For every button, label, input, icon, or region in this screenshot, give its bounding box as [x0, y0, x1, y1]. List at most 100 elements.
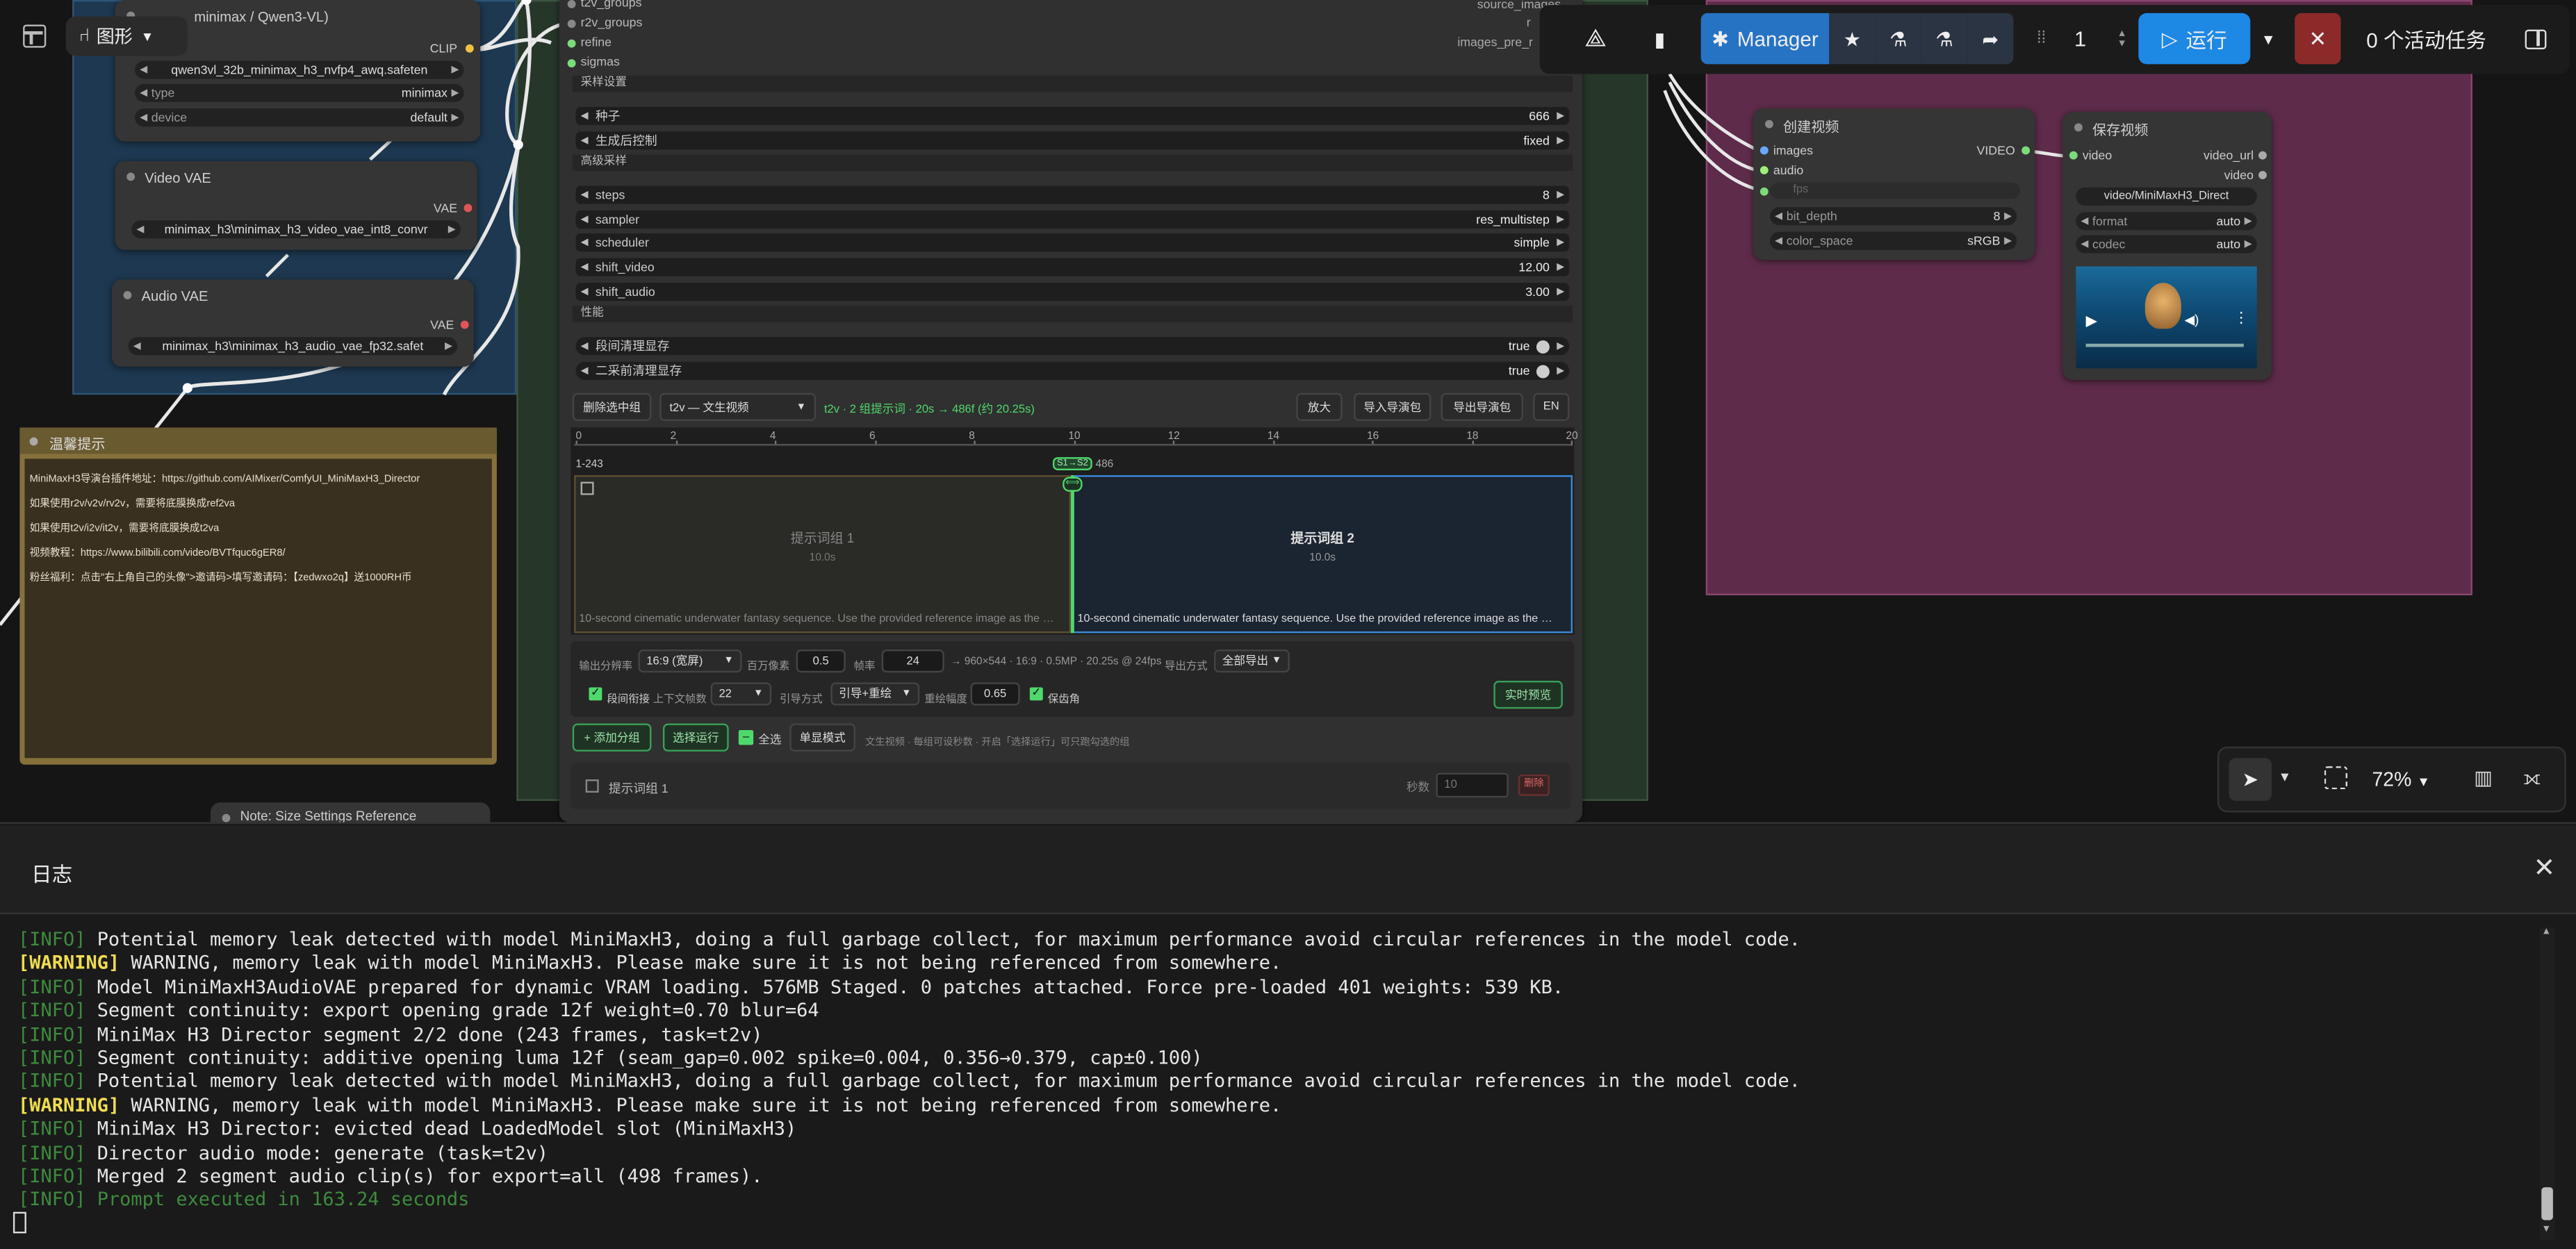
- group-card-1[interactable]: 提示词组 1 秒数 10 删除: [571, 763, 1571, 809]
- video-preview[interactable]: ▶ ◀) ⋮: [2076, 266, 2257, 369]
- manager-star-icon[interactable]: ★: [1829, 13, 1876, 65]
- control-after-widget[interactable]: 生成后控制fixed: [575, 131, 1570, 150]
- language-button[interactable]: EN: [1533, 392, 1570, 421]
- zoom-button[interactable]: 放大: [1296, 392, 1343, 421]
- video-output-dot[interactable]: [2021, 146, 2031, 155]
- director-input-dot[interactable]: [567, 19, 576, 28]
- clip-device-widget[interactable]: devicedefault: [135, 108, 464, 127]
- cancel-run-button[interactable]: ✕: [2295, 13, 2341, 65]
- color-space-widget[interactable]: color_spacesRGB: [1770, 231, 2017, 250]
- run-button[interactable]: ▷ 运行: [2138, 13, 2251, 65]
- segment-1[interactable]: 提示词组 1 10.0s 10-second cinematic underwa…: [574, 475, 1072, 634]
- manager-button[interactable]: ✱ Manager: [1700, 13, 1830, 65]
- video-vae-dot[interactable]: [463, 204, 473, 213]
- sidebar-toggle-icon[interactable]: [2513, 13, 2557, 64]
- log-scroll-up-icon[interactable]: ▲: [2541, 927, 2551, 937]
- fps-input-dot[interactable]: [1759, 187, 1769, 196]
- director-input-dot[interactable]: [567, 39, 576, 48]
- run-options-chevron-icon[interactable]: ▼: [2254, 13, 2283, 64]
- context-frames-select[interactable]: 22 ▼: [710, 682, 772, 706]
- audio-vae-node[interactable]: Audio VAE VAE minimax_h3\minimax_h3_audi…: [111, 279, 474, 367]
- view-mode-button[interactable]: ⑁ 图形 ▼: [65, 16, 188, 56]
- save-path-widget[interactable]: video/MiniMaxH3_Direct: [2076, 187, 2257, 206]
- active-tasks-button[interactable]: 0 个活动任务: [2354, 13, 2498, 64]
- logo-icon[interactable]: ⟁: [1569, 13, 1622, 64]
- playhead-handle[interactable]: ⟺: [1063, 477, 1083, 492]
- export-pack-button[interactable]: 导出导演包: [1441, 392, 1524, 421]
- video-url-output-dot[interactable]: [2258, 151, 2267, 160]
- play-icon[interactable]: ▶: [2086, 313, 2097, 331]
- preview-progress[interactable]: [2085, 343, 2244, 347]
- images-input-dot[interactable]: [1759, 146, 1769, 155]
- audio-vae-dot[interactable]: [460, 320, 469, 329]
- director-input-dot[interactable]: [567, 0, 576, 8]
- clip-output-dot[interactable]: [465, 44, 474, 53]
- save-video-input-dot[interactable]: [2069, 151, 2078, 160]
- live-preview-button[interactable]: 实时预览: [1493, 681, 1563, 709]
- save-video-node[interactable]: 保存视频 video video_url video video/MiniMax…: [2062, 111, 2272, 380]
- sampler-widget[interactable]: samplerres_multistep: [575, 210, 1570, 229]
- clean-vram-toggle-2[interactable]: 二采前清理显存true: [575, 361, 1570, 380]
- import-pack-button[interactable]: 导入导演包: [1354, 392, 1431, 421]
- overlap-input[interactable]: 0.65: [970, 682, 1020, 706]
- create-video-node[interactable]: 创建视频 images audio fps VIDEO bit_depth8 c…: [1753, 108, 2035, 260]
- steps-widget[interactable]: steps8: [575, 185, 1570, 204]
- clip-type-widget[interactable]: typeminimax: [135, 83, 464, 102]
- log-scrollbar[interactable]: ▲ ▼: [2539, 927, 2555, 1240]
- fps-input-widget[interactable]: fps: [1770, 182, 2020, 199]
- export-select[interactable]: 全部导出 ▼: [1213, 650, 1290, 673]
- segment-1-checkbox[interactable]: [580, 481, 594, 495]
- bit-depth-widget[interactable]: bit_depth8: [1770, 207, 2017, 226]
- audio-input-dot[interactable]: [1759, 166, 1769, 174]
- drag-handle-icon[interactable]: ⁞⁞: [2030, 13, 2053, 64]
- minimap-icon[interactable]: ▥: [2474, 766, 2493, 789]
- codec-widget[interactable]: codecauto: [2076, 235, 2257, 254]
- fps-input[interactable]: 24: [881, 650, 944, 673]
- add-group-button[interactable]: + 添加分组: [572, 723, 652, 752]
- format-widget[interactable]: formatauto: [2076, 212, 2257, 231]
- select-run-button[interactable]: 选择运行: [662, 723, 729, 752]
- mode-select[interactable]: t2v — 文生视频 ▼: [659, 392, 817, 421]
- select-tool-button[interactable]: ➤: [2229, 758, 2272, 801]
- more-icon[interactable]: ⋮: [2234, 309, 2249, 327]
- log-scroll-down-icon[interactable]: ▼: [2541, 1225, 2551, 1235]
- group-1-delete-button[interactable]: 删除: [1518, 774, 1550, 796]
- guide-mode-select[interactable]: 引导+重绘 ▼: [830, 682, 920, 706]
- keep-checkbox[interactable]: ✓: [1029, 687, 1043, 701]
- tips-collapse-dot[interactable]: [29, 437, 38, 446]
- shift-audio-widget[interactable]: shift_audio3.00: [575, 283, 1570, 301]
- zoom-level-button[interactable]: 72% ▼: [2372, 768, 2430, 791]
- single-mode-button[interactable]: 单显模式: [789, 723, 855, 752]
- delete-group-button[interactable]: 删除选中组: [572, 392, 652, 421]
- manager-model-icon[interactable]: ⚗: [1875, 13, 1921, 65]
- segment-marker[interactable]: S1→S2: [1052, 457, 1092, 471]
- tool-chevron-icon[interactable]: ▼: [2279, 770, 2292, 784]
- continuity-checkbox[interactable]: ✓: [589, 687, 602, 701]
- audio-vae-file-widget[interactable]: minimax_h3\minimax_h3_audio_vae_fp32.saf…: [128, 337, 458, 356]
- director-input-dot[interactable]: [567, 59, 576, 68]
- shift-video-widget[interactable]: shift_video12.00: [575, 258, 1570, 276]
- resolution-select[interactable]: 16:9 (宽屏) ▼: [638, 650, 742, 673]
- manager-share-icon[interactable]: ➦: [1967, 13, 2014, 65]
- manager-node-icon[interactable]: ⚗: [1921, 13, 1968, 65]
- select-all-checkbox[interactable]: –: [738, 730, 754, 745]
- log-scroll-thumb[interactable]: [2541, 1187, 2553, 1221]
- group-1-sec-input[interactable]: 10: [1436, 772, 1509, 798]
- video-vae-file-widget[interactable]: minimax_h3\minimax_h3_video_vae_int8_con…: [131, 220, 461, 239]
- queue-stepper-icon[interactable]: ▲ ▼: [2112, 13, 2131, 64]
- log-cursor[interactable]: [13, 1211, 26, 1234]
- clip-model-widget[interactable]: qwen3vl_32b_minimax_h3_nvfp4_awq.safeten: [135, 60, 464, 79]
- megapixel-input[interactable]: 0.5: [796, 650, 846, 673]
- close-log-icon[interactable]: ✕: [2533, 852, 2555, 884]
- log-output[interactable]: [INFO] Potential memory leak detected wi…: [0, 927, 2530, 1223]
- segment-2[interactable]: 提示词组 2 10.0s 10-second cinematic underwa…: [1072, 475, 1573, 634]
- clean-vram-toggle-1[interactable]: 段间清理显存true: [575, 337, 1570, 356]
- link-visibility-icon[interactable]: ⟗: [2523, 766, 2541, 791]
- playhead[interactable]: [1071, 475, 1074, 634]
- group-1-checkbox[interactable]: [585, 779, 599, 793]
- video-vae-node[interactable]: Video VAE VAE minimax_h3\minimax_h3_vide…: [115, 160, 477, 250]
- seed-widget[interactable]: 种子666: [575, 106, 1570, 125]
- tips-note[interactable]: 温馨提示 MiniMaxH3导演台插件地址：https://github.com…: [19, 427, 497, 765]
- scheduler-widget[interactable]: schedulersimple: [575, 233, 1570, 252]
- panel-toggle-icon[interactable]: [23, 24, 47, 48]
